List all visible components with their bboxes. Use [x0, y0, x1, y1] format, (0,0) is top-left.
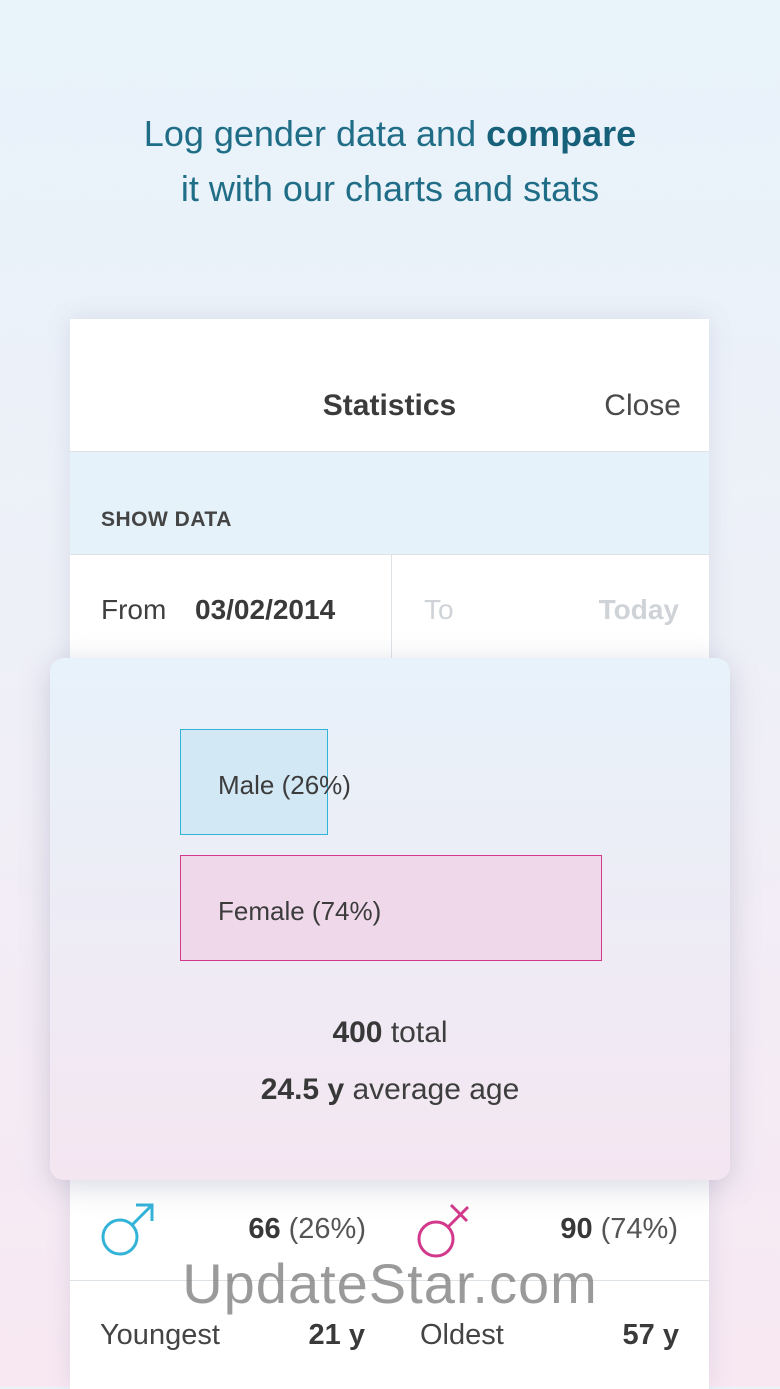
- to-date-value: Today: [598, 594, 679, 625]
- close-button[interactable]: Close: [604, 389, 681, 423]
- average-age: 24.5 y average age: [50, 1073, 730, 1107]
- youngest-value: 21 y: [308, 1319, 365, 1351]
- oldest-label: Oldest: [420, 1319, 504, 1351]
- male-count-percent: (26%): [280, 1213, 366, 1245]
- male-symbol-icon: [101, 1203, 154, 1256]
- average-age-label: average age: [344, 1073, 520, 1106]
- gender-chart-card: Male (26%) Female (74%) 400 total 24.5 y…: [50, 658, 730, 1180]
- to-label: To: [424, 594, 454, 625]
- headline: Log gender data and compare it with our …: [0, 106, 780, 216]
- youngest-label: Youngest: [100, 1319, 220, 1351]
- from-date-value: 03/02/2014: [195, 594, 336, 625]
- from-date-field[interactable]: From 03/02/2014: [70, 555, 392, 660]
- female-count-percent: (74%): [592, 1213, 678, 1245]
- headline-emphasis: compare: [486, 113, 637, 154]
- oldest-value: 57 y: [622, 1319, 679, 1351]
- to-date-field[interactable]: To Today: [392, 555, 709, 660]
- total-label: total: [382, 1016, 448, 1049]
- female-bar-label: Female (74%): [218, 896, 382, 926]
- from-label: From: [101, 594, 167, 625]
- male-count: 66 (26%): [248, 1213, 366, 1246]
- headline-line-2: it with our charts and stats: [180, 168, 600, 209]
- total-count: 400 total: [50, 1016, 730, 1050]
- female-count-value: 90: [560, 1213, 593, 1245]
- male-bar-label: Male (26%): [218, 770, 351, 800]
- show-data-label: SHOW DATA: [101, 508, 232, 531]
- date-range-row: From 03/02/2014 To Today: [70, 555, 709, 660]
- watermark: UpdateStar.com: [182, 1252, 598, 1315]
- show-data-section: SHOW DATA: [70, 452, 709, 555]
- statistics-header: Statistics Close: [70, 319, 709, 452]
- total-value: 400: [332, 1016, 383, 1049]
- headline-text: Log gender data and: [143, 113, 487, 154]
- average-age-value: 24.5 y: [260, 1073, 345, 1106]
- female-count: 90 (74%): [560, 1213, 678, 1246]
- headline-line-1: Log gender data and compare: [0, 106, 780, 161]
- male-count-value: 66: [248, 1213, 281, 1245]
